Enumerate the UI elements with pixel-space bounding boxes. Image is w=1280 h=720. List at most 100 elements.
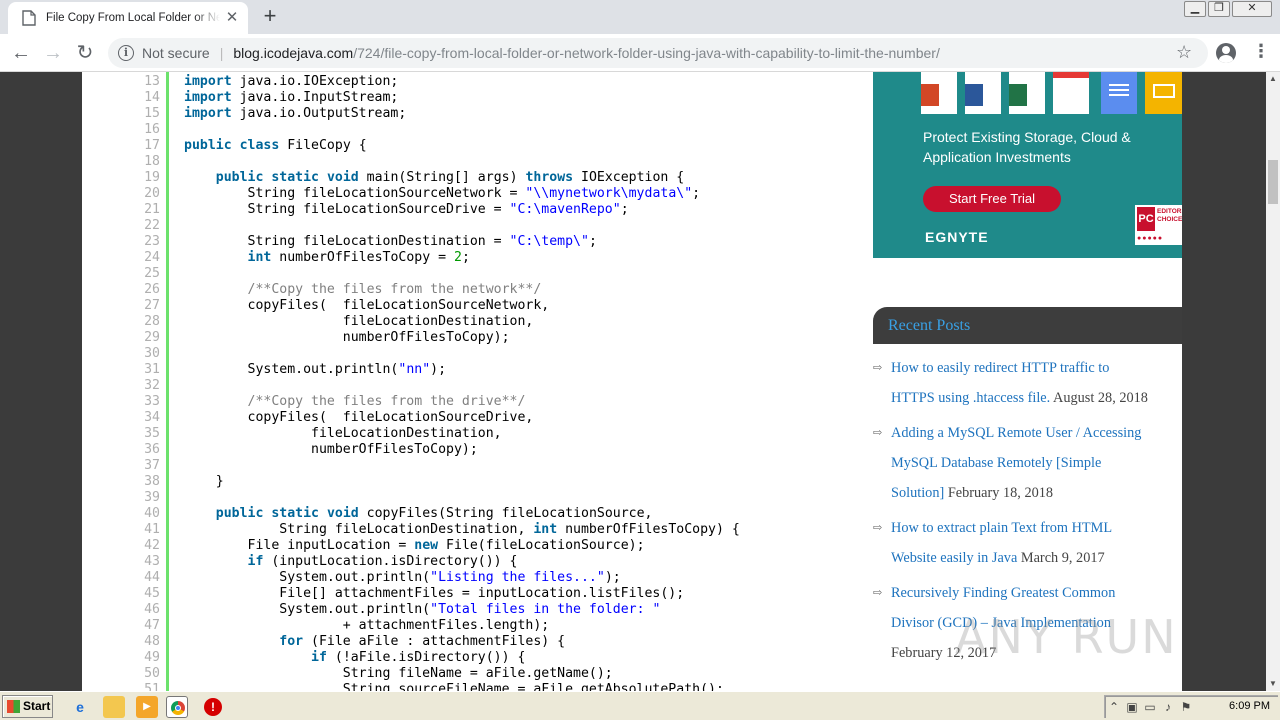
code-line: 50 String fileName = aFile.getName(); [82, 666, 842, 682]
code-text: System.out.println("nn"); [184, 362, 447, 377]
line-number: 28 [144, 314, 160, 329]
code-line: 45 File[] attachmentFiles = inputLocatio… [82, 586, 842, 602]
line-number: 49 [144, 650, 160, 665]
start-free-trial-button[interactable]: Start Free Trial [923, 186, 1061, 212]
code-text: public class FileCopy { [184, 138, 367, 153]
line-number: 19 [144, 170, 160, 185]
arrow-right-icon: ⇨ [873, 362, 883, 374]
line-number: 46 [144, 602, 160, 617]
browser-toolbar: ← → ↻ i Not secure | blog.icodejava.com /… [0, 34, 1280, 72]
code-text: import java.io.IOException; [184, 74, 399, 89]
code-text: System.out.println("Listing the files...… [184, 570, 621, 585]
code-text: System.out.println("Total files in the f… [184, 602, 661, 617]
show-hidden-icons-icon[interactable]: ⌃ [1105, 700, 1123, 714]
back-arrow-icon[interactable]: ← [8, 40, 34, 66]
code-text: String sourceFileName = aFile.getAbsolut… [184, 682, 724, 691]
menu-icon[interactable]: ⋮ [1252, 41, 1270, 62]
line-number: 25 [144, 266, 160, 281]
browser-tab[interactable]: File Copy From Local Folder or Network F… [8, 2, 248, 34]
arrow-right-icon: ⇨ [873, 522, 883, 534]
info-icon[interactable]: i [118, 45, 134, 61]
line-number: 45 [144, 586, 160, 601]
code-line: 33 /**Copy the files from the drive**/ [82, 394, 842, 410]
code-line: 31 System.out.println("nn"); [82, 362, 842, 378]
url-host[interactable]: blog.icodejava.com [233, 45, 353, 61]
scrollbar-thumb[interactable] [1268, 160, 1278, 204]
code-line: 24 int numberOfFilesToCopy = 2; [82, 250, 842, 266]
code-text: public static void copyFiles(String file… [215, 506, 653, 521]
chrome-icon[interactable] [166, 696, 188, 718]
code-text: public static void main(String[] args) t… [215, 170, 685, 185]
code-line: 42 File inputLocation = new File(fileLoc… [82, 538, 842, 554]
line-number: 18 [144, 154, 160, 169]
reload-icon[interactable]: ↻ [72, 40, 98, 66]
profile-icon[interactable] [1216, 43, 1236, 63]
folder-icon[interactable] [103, 696, 125, 718]
volume-icon[interactable]: ♪ [1159, 700, 1177, 714]
code-text: if (inputLocation.isDirectory()) { [247, 554, 518, 569]
tab-title: File Copy From Local Folder or Network F… [46, 12, 220, 24]
code-line: 26 /**Copy the files from the network**/ [82, 282, 842, 298]
ad-headline: Protect Existing Storage, Cloud & Applic… [923, 129, 1131, 165]
line-number: 15 [144, 106, 160, 121]
line-number: 23 [144, 234, 160, 249]
internet-explorer-icon[interactable]: e [69, 696, 91, 718]
recent-posts-heading: Recent Posts [873, 307, 1182, 344]
line-number: 43 [144, 554, 160, 569]
code-text: String fileLocationSourceNetwork = "\\my… [184, 186, 701, 201]
code-line: 41 String fileLocationDestination, int n… [82, 522, 842, 538]
code-line: 43 if (inputLocation.isDirectory()) { [82, 554, 842, 570]
line-number: 32 [144, 378, 160, 393]
code-line: 37 [82, 458, 842, 474]
recent-post-date: March 9, 2017 [1020, 550, 1105, 566]
code-line: 32 [82, 378, 842, 394]
code-text: } [184, 474, 224, 489]
code-line: 35 fileLocationDestination, [82, 426, 842, 442]
code-text: String fileLocationDestination, int numb… [184, 522, 740, 537]
code-text: File[] attachmentFiles = inputLocation.l… [184, 586, 685, 601]
code-line: 18 [82, 154, 842, 170]
security-label[interactable]: Not secure [142, 45, 210, 61]
watermark-logo: ANY RUN [955, 610, 1178, 664]
document-icon [22, 10, 36, 26]
url-path[interactable]: /724/file-copy-from-local-folder-or-netw… [353, 45, 940, 61]
address-bar[interactable]: i Not secure | blog.icodejava.com/724/fi… [108, 38, 1208, 68]
code-line: 36 numberOfFilesToCopy); [82, 442, 842, 458]
tab-close-icon[interactable]: ✕ [224, 10, 240, 26]
code-line: 17 public class FileCopy { [82, 138, 842, 154]
code-text: numberOfFilesToCopy); [184, 442, 478, 457]
new-tab-button[interactable]: + [258, 5, 282, 29]
page-viewport: 13 import java.io.IOException; 14 import ja… [0, 72, 1266, 691]
badge-text: EDITORS' CHOICE [1157, 208, 1182, 223]
start-label: Start [23, 699, 51, 713]
close-window-button[interactable]: ✕ [1232, 1, 1272, 17]
start-button[interactable]: Start [2, 695, 53, 718]
code-line: 20 String fileLocationSourceNetwork = "\… [82, 186, 842, 202]
alert-icon[interactable]: ! [204, 698, 222, 716]
line-number: 16 [144, 122, 160, 137]
network-icon[interactable]: ▣ [1123, 700, 1141, 714]
code-text: copyFiles( fileLocationSourceDrive, [184, 410, 534, 425]
scroll-down-icon[interactable]: ▼ [1266, 677, 1280, 691]
bookmark-star-icon[interactable]: ☆ [1176, 42, 1192, 63]
line-number: 48 [144, 634, 160, 649]
restore-button[interactable]: ❐ [1208, 1, 1230, 17]
code-text: for (File aFile : attachmentFiles) { [279, 634, 566, 649]
scroll-up-icon[interactable]: ▲ [1266, 72, 1280, 86]
forward-arrow-icon[interactable]: → [40, 40, 66, 66]
line-number: 47 [144, 618, 160, 633]
media-player-icon[interactable]: ▶ [136, 696, 158, 718]
code-text: fileLocationDestination, [184, 314, 534, 329]
vertical-scrollbar[interactable]: ▲ ▼ [1266, 72, 1280, 691]
code-line: 51 String sourceFileName = aFile.getAbso… [82, 682, 842, 691]
minimize-button[interactable]: ▁ [1184, 1, 1206, 17]
display-icon[interactable]: ▭ [1141, 700, 1159, 714]
advertisement-banner[interactable]: Protect Existing Storage, Cloud & Applic… [873, 72, 1182, 258]
code-line: 44 System.out.println("Listing the files… [82, 570, 842, 586]
line-number: 31 [144, 362, 160, 377]
code-text: import java.io.OutputStream; [184, 106, 407, 121]
line-number: 40 [144, 506, 160, 521]
action-center-flag-icon[interactable]: ⚑ [1177, 700, 1195, 714]
line-number: 42 [144, 538, 160, 553]
arrow-right-icon: ⇨ [873, 587, 883, 599]
